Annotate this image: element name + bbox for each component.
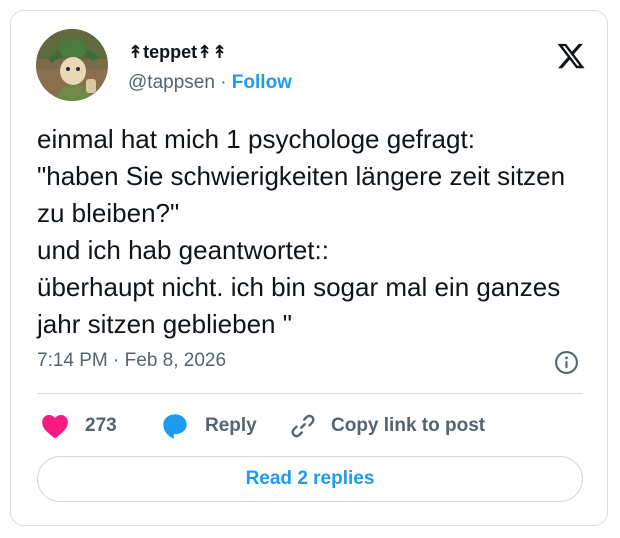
heart-icon xyxy=(42,415,68,439)
author-handle-row: @tappsen · Follow xyxy=(128,71,292,95)
handle-separator: · xyxy=(220,72,227,93)
post-time: 7:14 PM xyxy=(37,350,108,371)
author-display-name[interactable]: ↟teppet↟↟ xyxy=(128,41,227,63)
divider xyxy=(37,393,583,394)
read-replies-button[interactable]: Read 2 replies xyxy=(37,456,583,502)
author-handle[interactable]: @tappsen xyxy=(128,72,215,93)
like-count: 273 xyxy=(85,415,117,436)
avatar[interactable] xyxy=(36,29,108,101)
embedded-post-card: ↟teppet↟↟ @tappsen · Follow einmal hat m… xyxy=(10,10,608,526)
link-icon xyxy=(291,414,315,438)
copy-link-button[interactable]: Copy link to post xyxy=(289,411,485,441)
reply-bubble-icon xyxy=(163,414,187,439)
timestamp-separator: · xyxy=(113,350,120,371)
read-replies-label: Read 2 replies xyxy=(245,468,375,489)
reply-button[interactable]: Reply xyxy=(161,411,257,441)
like-button[interactable]: 273 xyxy=(41,411,117,441)
x-logo-icon[interactable] xyxy=(556,41,586,71)
info-icon[interactable] xyxy=(554,350,579,375)
post-timestamp[interactable]: 7:14 PM · Feb 8, 2026 xyxy=(37,349,226,373)
post-date: Feb 8, 2026 xyxy=(124,350,227,371)
copy-link-label: Copy link to post xyxy=(331,415,486,436)
post-text: einmal hat mich 1 psychologe gefragt: "h… xyxy=(37,124,566,339)
reply-label: Reply xyxy=(205,415,257,436)
follow-button[interactable]: Follow xyxy=(232,72,292,93)
